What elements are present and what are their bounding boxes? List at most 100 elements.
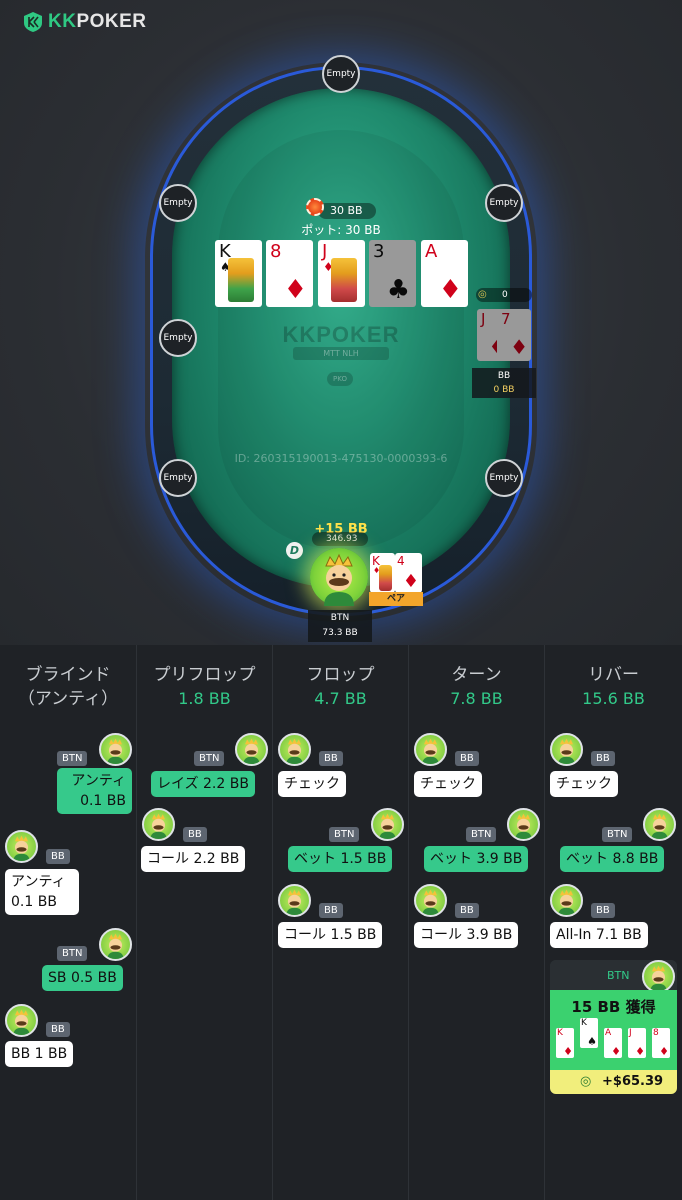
- winning-card-4: J ♦: [628, 1028, 646, 1058]
- action-bubble: アンティ 0.1 BB: [57, 768, 132, 814]
- position-tag: BTN: [602, 827, 633, 842]
- action-bubble: コール 1.5 BB: [278, 922, 383, 948]
- action-bubble: レイズ 2.2 BB: [151, 771, 255, 797]
- position-tag: BB: [183, 827, 207, 842]
- hero-avatar[interactable]: [310, 548, 368, 606]
- winner-avatar: [642, 960, 675, 993]
- bb-player-avatar: [278, 884, 311, 917]
- btn-player-avatar: [99, 733, 132, 766]
- action-bubble: BB 1 BB: [5, 1041, 74, 1067]
- empty-seat-right-lower[interactable]: Empty: [485, 459, 523, 497]
- btn-player-avatar: [507, 808, 540, 841]
- kkpoker-logo: KKPOKER: [22, 11, 147, 33]
- action-bubble: SB 0.5 BB: [42, 965, 123, 991]
- action-bubble: ベット 1.5 BB: [288, 846, 393, 872]
- action-bubble: コール 3.9 BB: [414, 922, 519, 948]
- column-blinds: ブラインド （アンティ）: [0, 645, 137, 1200]
- felt-pko-badge: PKO: [327, 372, 353, 386]
- chip-icon: [306, 198, 324, 216]
- column-title: リバー: [588, 665, 639, 685]
- action-bubble: チェック: [550, 771, 618, 797]
- winning-card-5: 8 ♦: [652, 1028, 670, 1058]
- king-avatar-icon: [650, 965, 667, 991]
- position-tag: BB: [319, 751, 343, 766]
- column-pot: 7.8 BB: [450, 689, 503, 708]
- dealer-button: D: [286, 542, 303, 559]
- column-subtitle: （アンティ）: [17, 689, 119, 709]
- empty-seat-top[interactable]: Empty: [322, 55, 360, 93]
- king-avatar-icon: [379, 813, 396, 839]
- bb-player-avatar: [550, 733, 583, 766]
- bb-player-avatar: [5, 830, 38, 863]
- king-avatar-icon: [286, 738, 303, 764]
- hand-rank-tag: ペア: [369, 592, 423, 606]
- column-preflop: プリフロップ 1.8 BB: [137, 645, 273, 1200]
- winner-amount: +$65.39: [602, 1074, 664, 1089]
- position-tag: BTN: [57, 946, 88, 961]
- empty-seat-left-lower[interactable]: Empty: [159, 459, 197, 497]
- btn-player-avatar: [643, 808, 676, 841]
- empty-seat-left-upper[interactable]: Empty: [159, 184, 197, 222]
- position-tag: BTN: [466, 827, 497, 842]
- kkpoker-logo-icon: [24, 12, 42, 32]
- king-avatar-icon: [558, 738, 575, 764]
- winning-card-1: K ♦: [556, 1028, 574, 1058]
- action-bubble: ベット 3.9 BB: [424, 846, 529, 872]
- hero-label: BTN 73.3 BB: [308, 610, 372, 642]
- empty-seat-left-middle[interactable]: Empty: [159, 319, 197, 357]
- logo-kk: KK: [48, 11, 77, 32]
- king-avatar-icon: [107, 933, 124, 959]
- target-icon: ◎: [478, 289, 487, 300]
- column-title: プリフロップ: [153, 665, 256, 685]
- position-tag: BB: [46, 1022, 70, 1037]
- target-icon: ◎: [580, 1074, 592, 1089]
- king-avatar-icon: [558, 889, 575, 915]
- logo-poker: POKER: [76, 11, 147, 32]
- column-pot: 15.6 BB: [582, 689, 645, 708]
- winner-title: 15 BB 獲得: [571, 998, 656, 1016]
- action-bubble: チェック: [278, 771, 346, 797]
- hero-card-1: K ♦: [370, 553, 395, 593]
- pot-total: ポット: 30 BB: [301, 223, 381, 237]
- position-tag: BB: [455, 751, 479, 766]
- position-tag: BB: [455, 903, 479, 918]
- action-bubble: チェック: [414, 771, 482, 797]
- king-avatar-icon: [324, 553, 354, 606]
- hero-stack: 73.3 BB: [322, 628, 358, 638]
- bb-player-avatar: [414, 884, 447, 917]
- winning-card-2: K ♠: [580, 1018, 598, 1048]
- bb-player-avatar: [414, 733, 447, 766]
- winner-amount-bar: ◎ +$65.39: [550, 1070, 677, 1094]
- king-avatar-icon: [150, 813, 167, 839]
- btn-player-avatar: [99, 928, 132, 961]
- king-avatar-icon: [515, 813, 532, 839]
- king-avatar-icon: [13, 835, 30, 861]
- bb-player-avatar: [278, 733, 311, 766]
- opponent-position: BB: [497, 371, 511, 381]
- action-bubble: アンティ 0.1 BB: [5, 869, 79, 915]
- opponent-stack: 0 BB: [493, 385, 515, 395]
- opponent-card-2: 7 ♦: [497, 309, 531, 361]
- board-card-1: K ♠: [215, 240, 262, 307]
- position-tag: BB: [319, 903, 343, 918]
- board-card-5: A ♦: [421, 240, 468, 307]
- bb-player-avatar: [5, 1004, 38, 1037]
- king-avatar-icon: [243, 738, 260, 764]
- position-tag: BB: [591, 903, 615, 918]
- position-tag: BTN: [57, 751, 88, 766]
- action-bubble: ベット 8.8 BB: [560, 846, 665, 872]
- bb-player-avatar: [142, 808, 175, 841]
- column-pot: 1.8 BB: [178, 689, 231, 708]
- board-card-2: 8 ♦: [266, 240, 313, 307]
- column-pot: 4.7 BB: [314, 689, 367, 708]
- hero-position: BTN: [330, 613, 350, 623]
- position-tag: BB: [46, 849, 70, 864]
- winner-position: BTN: [607, 969, 630, 982]
- king-avatar-icon: [107, 738, 124, 764]
- bb-player-avatar: [550, 884, 583, 917]
- king-avatar-icon: [286, 889, 303, 915]
- king-avatar-icon: [651, 813, 668, 839]
- hand-id: ID: 260315190013-475130-0000393-6: [234, 452, 448, 465]
- empty-seat-right-upper[interactable]: Empty: [485, 184, 523, 222]
- board-card-3: J ♦: [318, 240, 365, 307]
